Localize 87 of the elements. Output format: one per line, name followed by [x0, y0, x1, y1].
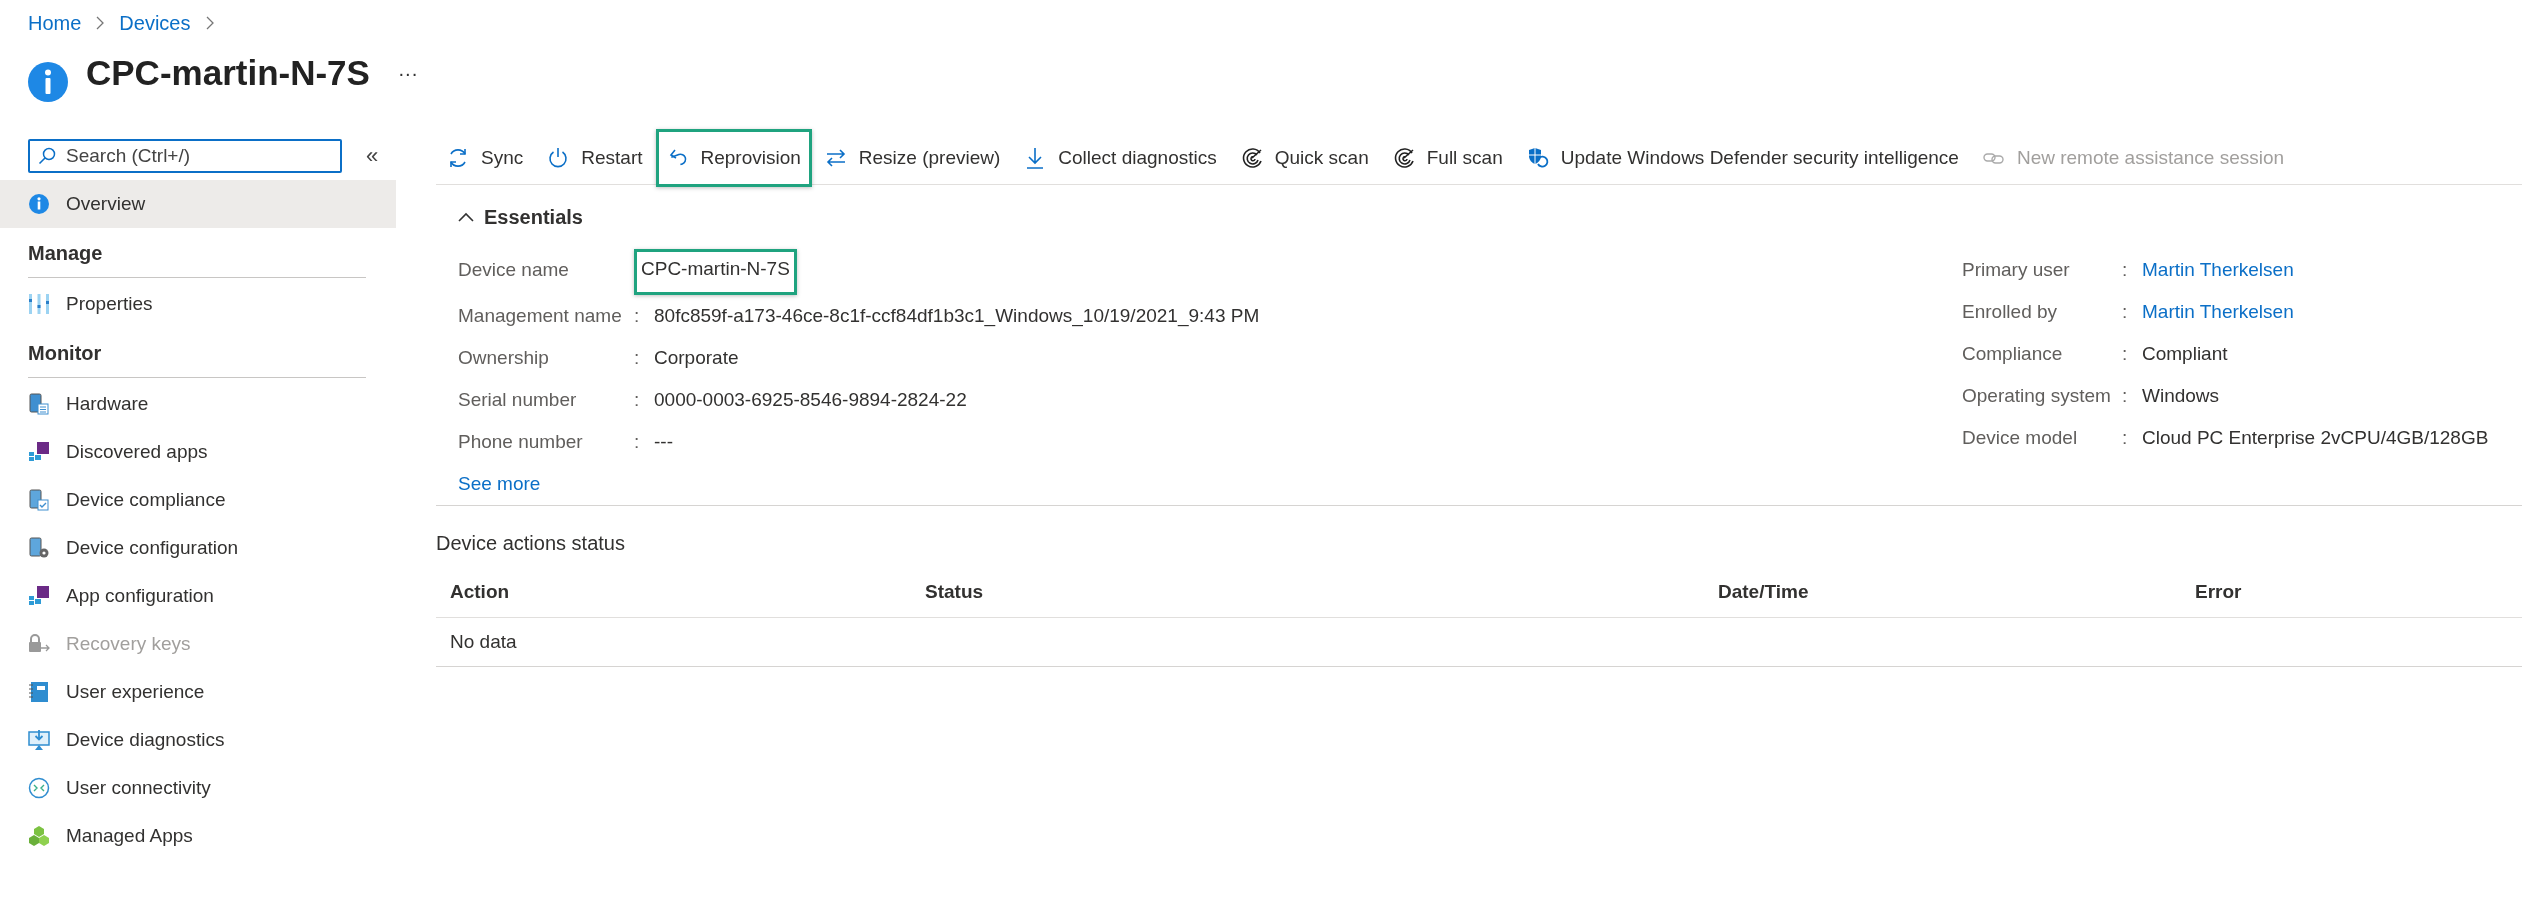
tiles-icon — [28, 441, 50, 463]
nav-item[interactable]: Properties — [0, 280, 396, 328]
property-label: Management name — [458, 304, 623, 328]
power-icon — [547, 147, 570, 169]
chevron-right-icon — [204, 15, 215, 31]
nav-item[interactable]: Device configuration — [0, 524, 396, 572]
colon-separator: : — [2122, 300, 2129, 324]
colon-separator: : — [2122, 384, 2129, 408]
property-label: Ownership — [458, 346, 550, 370]
info-icon — [28, 62, 68, 102]
page-title: CPC-martin-N-7S — [86, 53, 370, 93]
property-value: CPC-martin-N-7S — [634, 249, 797, 295]
toolbar-button[interactable]: Sync — [436, 129, 535, 187]
nav-item[interactable]: Overview — [0, 180, 396, 228]
section-heading: Manage — [28, 242, 366, 278]
more-options-button[interactable]: ··· — [397, 61, 418, 85]
property-value: Windows — [2141, 384, 2221, 408]
property-value: Corporate — [653, 346, 740, 370]
shield-refresh-icon — [1526, 147, 1549, 169]
nav-item[interactable]: Hardware — [0, 380, 396, 428]
notebook-icon — [28, 681, 50, 703]
info-icon — [28, 193, 50, 215]
nav-item[interactable]: User experience — [0, 668, 396, 716]
toolbar-button[interactable]: Update Windows Defender security intelligence — [1515, 129, 1970, 187]
property-value: 0000-0003-6925-8546-9894-2824-22 — [653, 388, 968, 412]
chevron-right-icon — [95, 15, 106, 31]
user-link[interactable]: Martin Therkelsen — [2136, 291, 2300, 333]
property-value: --- — [653, 430, 674, 454]
section-title: Device actions status — [436, 532, 626, 555]
essentials-toggle[interactable]: Essentials — [458, 185, 2522, 249]
toolbar-button[interactable]: Collect diagnostics — [1013, 129, 1228, 187]
device-check-icon — [28, 489, 50, 511]
search-field[interactable]: Search (Ctrl+/) — [28, 139, 342, 173]
column-header: Action — [450, 581, 510, 603]
scan-icon — [1240, 147, 1263, 169]
nav-item[interactable]: User connectivity — [0, 764, 396, 812]
sliders-icon — [28, 293, 50, 315]
chevron-up-icon — [458, 211, 474, 223]
colon-separator: : — [634, 430, 641, 454]
sync-icon — [447, 147, 469, 169]
property-label: Operating system — [1962, 384, 2112, 408]
property-label: Enrolled by — [1962, 300, 2059, 324]
column-header: Status — [925, 581, 984, 603]
colon-separator: : — [2122, 426, 2129, 450]
colon-separator: : — [2122, 258, 2129, 282]
user-link[interactable]: Martin Therkelsen — [2136, 249, 2300, 291]
column-header: Error — [2195, 581, 2242, 603]
toolbar-button[interactable]: Resize (preview) — [813, 129, 1012, 187]
section-heading: Monitor — [28, 342, 366, 378]
property-label: Compliance — [1962, 342, 2064, 366]
collapse-button[interactable]: « — [366, 143, 379, 169]
toolbar-button[interactable]: Reprovision — [655, 129, 812, 187]
property-label: Phone number — [458, 430, 584, 454]
nav-item[interactable]: Discovered apps — [0, 428, 396, 476]
breadcrumb-link[interactable]: Home — [28, 11, 82, 35]
device-gear-icon — [28, 537, 50, 559]
cubes-icon — [28, 825, 50, 847]
property-label: Serial number — [458, 388, 578, 412]
tiles-icon — [28, 585, 50, 607]
toolbar-button[interactable]: Full scan — [1381, 129, 1514, 187]
swap-arrows-icon — [824, 147, 847, 169]
nav-item[interactable]: Device diagnostics — [0, 716, 396, 764]
property-value: 80fc859f-a173-46ce-8c1f-ccf84df1b3c1_Windows_10/19/2021_9:43 PM — [653, 304, 1261, 329]
colon-separator: : — [634, 346, 641, 370]
property-label: Device model — [1962, 426, 2079, 450]
property-label: Device name — [458, 258, 570, 282]
colon-separator: : — [634, 304, 641, 328]
toolbar-button[interactable]: Restart — [536, 129, 654, 187]
nav-item[interactable]: Managed Apps — [0, 812, 396, 860]
colon-separator: : — [2122, 342, 2129, 366]
monitor-icon — [28, 729, 50, 751]
device-icon — [28, 393, 50, 415]
empty-message: No data — [450, 631, 517, 653]
property-label: Primary user — [1962, 258, 2071, 282]
breadcrumb-link[interactable]: Devices — [119, 11, 191, 35]
column-header: Date/Time — [1718, 581, 1809, 603]
toolbar-button[interactable]: Quick scan — [1229, 129, 1380, 187]
see-more-link[interactable]: See more — [458, 473, 541, 495]
nav-item[interactable]: Device compliance — [0, 476, 396, 524]
property-value: Cloud PC Enterprise 2vCPU/4GB/128GB — [2141, 426, 2490, 450]
nav-item[interactable]: App configuration — [0, 572, 396, 620]
property-value: Compliant — [2141, 342, 2229, 366]
colon-separator: : — [634, 388, 641, 412]
search-icon — [38, 147, 56, 165]
lock-icon — [28, 633, 50, 655]
connection-icon — [28, 777, 50, 799]
scan-icon — [1392, 147, 1415, 169]
